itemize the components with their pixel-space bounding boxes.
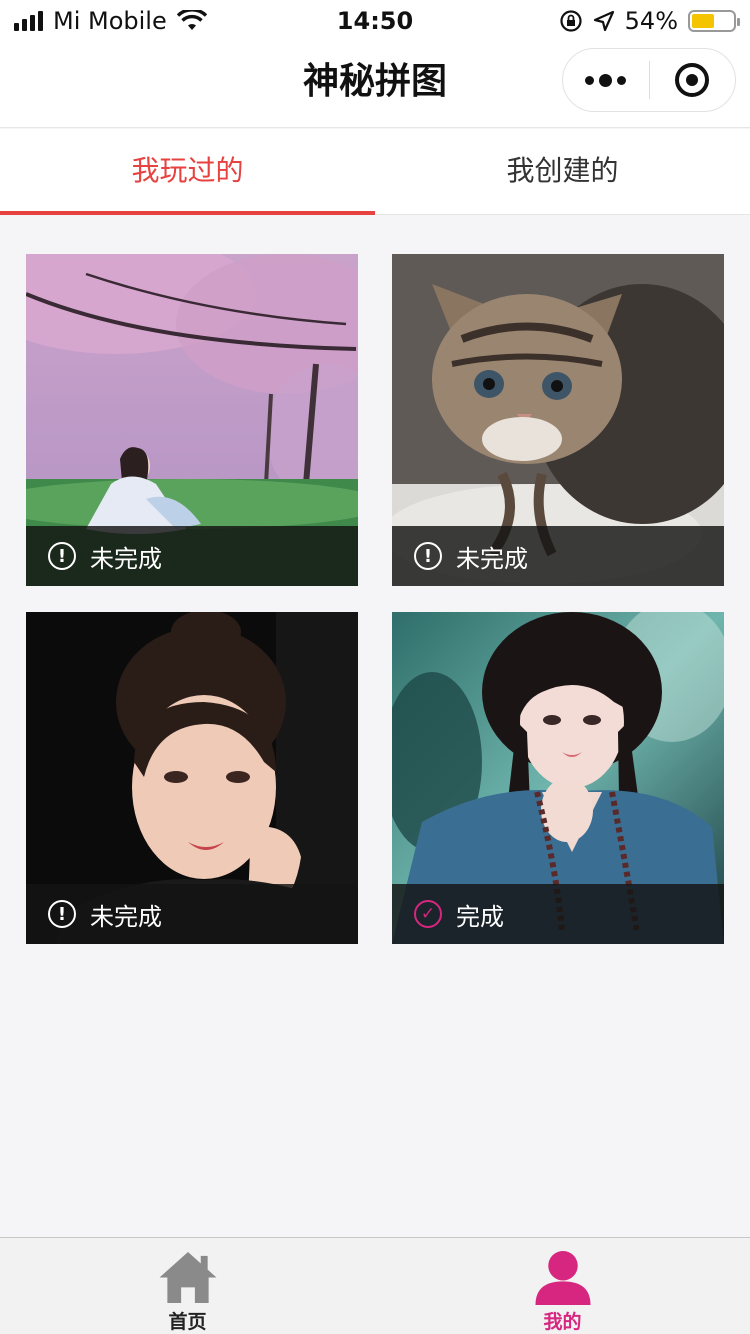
user-icon (535, 1250, 590, 1305)
more-dots-icon (585, 73, 627, 87)
tabbar-label-mine: 我的 (543, 1311, 582, 1333)
exclamation-circle-icon: ! (414, 542, 442, 570)
tabbar-label-home: 首页 (168, 1311, 207, 1333)
puzzle-status-text: 完成 (456, 902, 504, 931)
tabbar-item-mine[interactable]: 我的 (375, 1238, 750, 1334)
puzzle-status-bar: ✓ 完成 (392, 884, 724, 944)
orientation-lock-icon (560, 10, 582, 32)
cellular-signal-icon (14, 11, 43, 31)
mini-program-capsule (562, 48, 736, 112)
tab-played[interactable]: 我玩过的 (0, 129, 375, 215)
tabbar-item-home[interactable]: 首页 (0, 1238, 375, 1334)
check-circle-icon: ✓ (414, 900, 442, 928)
exclamation-circle-icon: ! (48, 900, 76, 928)
puzzle-status-text: 未完成 (90, 544, 162, 573)
puzzle-card[interactable]: ! 未完成 (26, 612, 358, 944)
puzzle-card[interactable]: ! 未完成 (392, 254, 724, 586)
puzzle-card[interactable]: ✓ 完成 (392, 612, 724, 944)
bottom-tab-bar: 首页 我的 (0, 1237, 750, 1334)
puzzle-card[interactable]: ! 未完成 (26, 254, 358, 586)
nav-bar: 神秘拼图 (0, 42, 750, 128)
battery-icon (688, 10, 740, 32)
puzzle-status-text: 未完成 (456, 544, 528, 573)
target-circle-icon (675, 63, 710, 97)
puzzle-status-bar: ! 未完成 (26, 884, 358, 944)
status-bar: Mi Mobile 14:50 54% (0, 0, 750, 42)
tab-created[interactable]: 我创建的 (375, 129, 750, 214)
puzzle-status-bar: ! 未完成 (392, 526, 724, 586)
tab-bar-top: 我玩过的 我创建的 (0, 129, 750, 215)
battery-fill (692, 14, 714, 28)
status-time: 14:50 (336, 7, 414, 35)
exclamation-circle-icon: ! (48, 542, 76, 570)
wifi-icon (176, 10, 207, 30)
more-button[interactable] (563, 49, 649, 111)
puzzle-status-text: 未完成 (90, 902, 162, 931)
battery-percent: 54% (624, 7, 678, 35)
location-arrow-icon (593, 10, 614, 32)
home-icon (159, 1251, 216, 1304)
puzzle-status-bar: ! 未完成 (26, 526, 358, 586)
status-left: Mi Mobile (14, 7, 314, 35)
carrier-name: Mi Mobile (53, 7, 167, 35)
status-right: 54% (436, 7, 740, 35)
close-mini-program-button[interactable] (650, 49, 736, 111)
